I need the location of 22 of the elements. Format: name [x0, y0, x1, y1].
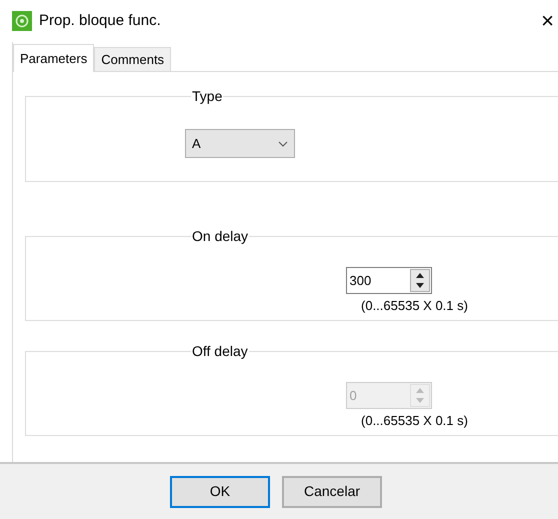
down-arrow-icon: [416, 398, 424, 404]
down-arrow-icon: [416, 283, 424, 288]
group-label: On delay: [191, 227, 250, 246]
dialog-button[interactable]: Cancelar: [282, 476, 382, 508]
dialog-button[interactable]: OK: [170, 476, 270, 508]
type-dropdown[interactable]: A: [185, 129, 295, 158]
group-label: Type: [191, 87, 224, 106]
range-hint: (0...65535 X 0.1 s): [361, 297, 468, 315]
spin-buttons[interactable]: [410, 269, 430, 292]
window-title: Prop. bloque func.: [39, 10, 161, 31]
chevron-down-icon: [278, 140, 288, 146]
close-button[interactable]: ×: [541, 10, 558, 32]
tab[interactable]: Comments: [94, 47, 172, 71]
up-arrow-icon: [416, 388, 424, 393]
up-arrow-icon: [416, 272, 424, 278]
range-hint: (0...65535 X 0.1 s): [361, 412, 468, 430]
number-value: 0: [348, 387, 358, 405]
tab[interactable]: Parameters: [13, 44, 94, 72]
number-field[interactable]: 300: [346, 267, 432, 294]
group-label: Off delay: [191, 342, 249, 361]
app-icon: [12, 11, 32, 31]
number-value: 300: [348, 272, 372, 290]
